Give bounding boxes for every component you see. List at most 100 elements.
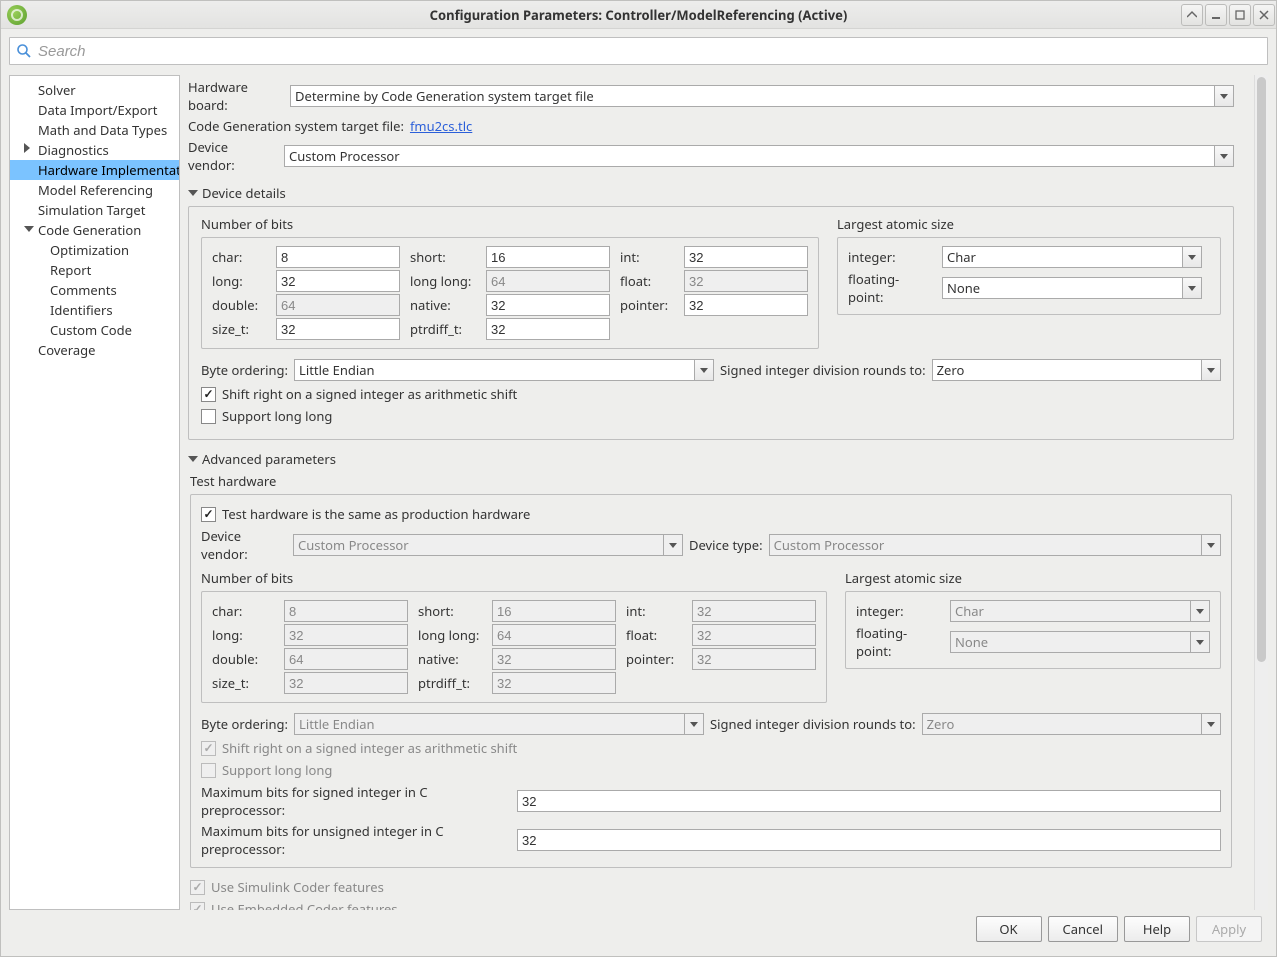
tree-item-custom-code[interactable]: Custom Code: [10, 320, 179, 340]
use-embedded-checkbox: Use Embedded Coder features: [190, 900, 1232, 910]
tree-item-label: Math and Data Types: [38, 121, 167, 139]
label-size-t: size_t:: [212, 320, 266, 338]
label-test-dev-vendor: Device vendor:: [201, 527, 287, 563]
label-test-dev-type: Device type:: [689, 536, 763, 554]
use-simulink-checkbox: Use Simulink Coder features: [190, 878, 1232, 896]
hardware-board-dropdown[interactable]: Determine by Code Generation system targ…: [290, 85, 1234, 107]
test-bits-size-t: [284, 672, 408, 694]
label-max-unsigned: Maximum bits for unsigned integer in C p…: [201, 822, 511, 858]
main-panel: Hardware board: Determine by Code Genera…: [188, 75, 1268, 910]
test-bits-pointer: [692, 648, 816, 670]
scrollbar-thumb[interactable]: [1257, 77, 1266, 662]
test-bits-native: [492, 648, 616, 670]
tree-item-hardware-implementation[interactable]: Hardware Implementation: [10, 160, 179, 180]
test-byte-order-dropdown: Little Endian: [294, 713, 704, 735]
device-vendor-dropdown[interactable]: Custom Processor: [284, 145, 1234, 167]
label-char: char:: [212, 248, 266, 266]
tree-item-label: Comments: [50, 281, 117, 299]
window-buttons: [1180, 4, 1276, 26]
bits-pointer-input[interactable]: [684, 294, 808, 316]
label-signed-div: Signed integer division rounds to:: [720, 361, 926, 379]
label-cg-target: Code Generation system target file:: [188, 117, 404, 135]
dialog-footer: OK Cancel Help Apply: [9, 910, 1268, 948]
bits-long-long-input: [486, 270, 610, 292]
test-bits-short: [492, 600, 616, 622]
tree-item-label: Coverage: [38, 341, 96, 359]
label-atomic-int: integer:: [848, 248, 934, 266]
tree-item-report[interactable]: Report: [10, 260, 179, 280]
tree-item-label: Model Referencing: [38, 181, 153, 199]
bits-native-input[interactable]: [486, 294, 610, 316]
atomic-integer-dropdown[interactable]: Char: [942, 246, 1202, 268]
search-input[interactable]: [36, 42, 1261, 61]
config-params-window: Configuration Parameters: Controller/Mod…: [0, 0, 1277, 957]
tree-item-coverage[interactable]: Coverage: [10, 340, 179, 360]
tree-item-model-referencing[interactable]: Model Referencing: [10, 180, 179, 200]
label-test-byte-order: Byte ordering:: [201, 715, 288, 733]
app-icon: [7, 5, 27, 25]
test-largest-atomic-group: integer:Char floating-point:None: [845, 591, 1221, 669]
tree-item-label: Identifiers: [50, 301, 113, 319]
shift-right-checkbox[interactable]: Shift right on a signed integer as arith…: [201, 385, 1221, 403]
bits-int-input[interactable]: [684, 246, 808, 268]
ok-button[interactable]: OK: [976, 916, 1042, 942]
number-of-bits-group: char: short: int: long: long long: float…: [201, 237, 819, 349]
max-signed-input[interactable]: [517, 790, 1221, 812]
window-close-button[interactable]: [1253, 4, 1275, 26]
label-test-largest-atomic: Largest atomic size: [845, 569, 1221, 587]
search-bar[interactable]: [9, 37, 1268, 65]
tree-item-math-and-data-types[interactable]: Math and Data Types: [10, 120, 179, 140]
label-float: float:: [620, 272, 674, 290]
test-signed-div-dropdown: Zero: [922, 713, 1221, 735]
test-same-checkbox[interactable]: Test hardware is the same as production …: [201, 505, 1221, 523]
support-long-long-checkbox[interactable]: Support long long: [201, 407, 1221, 425]
label-ptrdiff-t: ptrdiff_t:: [410, 320, 476, 338]
label-test-hardware: Test hardware: [190, 472, 1232, 490]
byte-order-dropdown[interactable]: Little Endian: [294, 359, 714, 381]
label-long-long: long long:: [410, 272, 476, 290]
tree-item-identifiers[interactable]: Identifiers: [10, 300, 179, 320]
bits-short-input[interactable]: [486, 246, 610, 268]
tree-item-solver[interactable]: Solver: [10, 80, 179, 100]
atomic-float-dropdown[interactable]: None: [942, 277, 1202, 299]
tree-item-label: Hardware Implementation: [38, 161, 180, 179]
cancel-button[interactable]: Cancel: [1048, 916, 1118, 942]
panel-scrollbar[interactable]: [1254, 75, 1268, 910]
checkbox-icon: [190, 902, 205, 911]
label-largest-atomic: Largest atomic size: [837, 215, 1221, 233]
nav-tree[interactable]: SolverData Import/ExportMath and Data Ty…: [9, 75, 180, 910]
bits-ptrdiff-t-input[interactable]: [486, 318, 610, 340]
tree-item-comments[interactable]: Comments: [10, 280, 179, 300]
bits-long-input[interactable]: [276, 270, 400, 292]
chevron-right-icon: [24, 143, 30, 153]
signed-div-dropdown[interactable]: Zero: [932, 359, 1221, 381]
help-button[interactable]: Help: [1124, 916, 1190, 942]
window-maximize-button[interactable]: [1229, 4, 1251, 26]
device-details-header[interactable]: Device details: [188, 184, 1234, 202]
advanced-params-group: Test hardware Test hardware is the same …: [188, 472, 1234, 910]
label-atomic-fp: floating-point:: [848, 270, 934, 306]
bits-size-t-input[interactable]: [276, 318, 400, 340]
label-byte-order: Byte ordering:: [201, 361, 288, 379]
label-double: double:: [212, 296, 266, 314]
tree-item-optimization[interactable]: Optimization: [10, 240, 179, 260]
window-rollup-button[interactable]: [1181, 4, 1203, 26]
bits-char-input[interactable]: [276, 246, 400, 268]
test-device-type-dropdown: Custom Processor: [769, 534, 1221, 556]
largest-atomic-group: integer: Char floating-point: None: [837, 237, 1221, 315]
window-minimize-button[interactable]: [1205, 4, 1227, 26]
cg-target-link[interactable]: fmu2cs.tlc: [410, 117, 472, 135]
tree-item-diagnostics[interactable]: Diagnostics: [10, 140, 179, 160]
tree-item-data-import-export[interactable]: Data Import/Export: [10, 100, 179, 120]
tree-item-code-generation[interactable]: Code Generation: [10, 220, 179, 240]
test-bits-int: [692, 600, 816, 622]
bits-float-input: [684, 270, 808, 292]
advanced-params-header[interactable]: Advanced parameters: [188, 450, 1234, 468]
label-pointer: pointer:: [620, 296, 674, 314]
tree-item-label: Solver: [38, 81, 76, 99]
tree-item-simulation-target[interactable]: Simulation Target: [10, 200, 179, 220]
label-native: native:: [410, 296, 476, 314]
max-unsigned-input[interactable]: [517, 829, 1221, 851]
test-bits-double: [284, 648, 408, 670]
checkbox-icon: [201, 741, 216, 756]
